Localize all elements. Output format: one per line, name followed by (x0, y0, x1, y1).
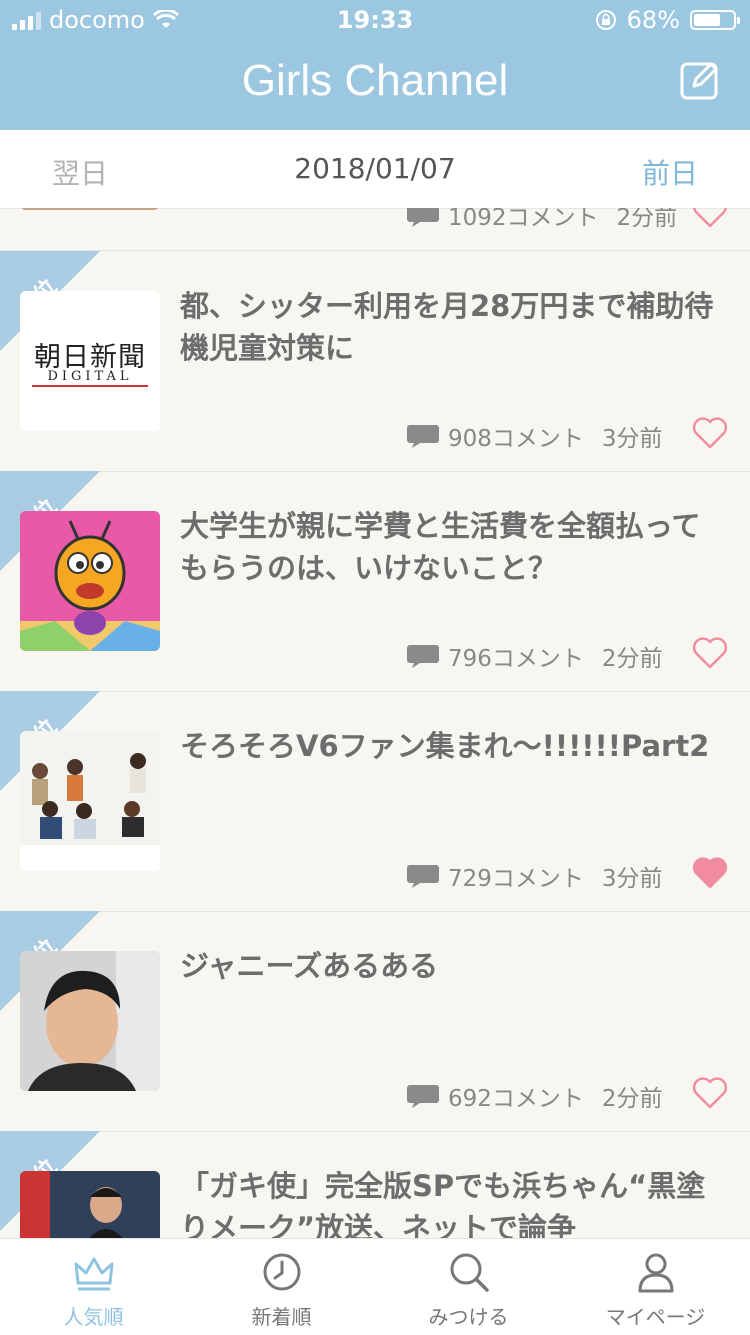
comment-icon (407, 425, 439, 448)
comment-icon (407, 1085, 439, 1108)
heart-icon[interactable] (692, 208, 728, 228)
comment-icon (407, 645, 439, 668)
logo-underline (32, 385, 148, 387)
thumbnail: 朝日新聞 DIGITAL (20, 291, 160, 431)
previous-day-button[interactable]: 前日 (642, 152, 698, 192)
tab-new[interactable]: 新着順 (188, 1239, 375, 1335)
comment-count: 796コメント (448, 646, 584, 672)
tab-popular[interactable]: 人気順 (0, 1239, 187, 1335)
heart-icon[interactable] (692, 637, 728, 669)
comment-count: 729コメント (448, 866, 584, 892)
heart-icon[interactable] (692, 1077, 728, 1109)
battery-icon (690, 10, 740, 30)
comment-icon (407, 208, 439, 227)
thumbnail (20, 511, 160, 651)
list-item[interactable]: 7位 ジャニーズあるある 692コメント 2分前 (0, 911, 750, 1132)
comment-count: 1092コメント (448, 208, 599, 231)
list-item[interactable]: 4位 朝日新聞 DIGITAL 都、シッター利用を月28万円まで補助待機児童対策… (0, 251, 750, 472)
thumbnail (20, 208, 160, 210)
topic-title[interactable]: そろそろV6ファン集まれ〜!!!!!!Part2 (180, 725, 720, 767)
current-date: 2018/01/07 (294, 152, 456, 185)
tab-label: 人気順 (63, 1305, 124, 1329)
item-meta: 908コメント 3分前 (406, 419, 663, 453)
tab-label: マイページ (605, 1305, 706, 1329)
time-ago: 3分前 (601, 866, 663, 892)
user-icon (638, 1253, 674, 1293)
search-icon (450, 1253, 489, 1292)
app-title: Girls Channel (241, 56, 509, 105)
thumbnail (20, 731, 160, 871)
comment-count: 692コメント (448, 1086, 584, 1112)
battery-percent: 68% (626, 6, 680, 34)
tab-label: みつける (428, 1305, 509, 1329)
tab-label: 新着順 (251, 1305, 312, 1329)
thumbnail-photo (20, 951, 160, 1091)
compose-icon[interactable] (680, 60, 720, 100)
time-ago: 2分前 (616, 208, 678, 231)
tab-mypage[interactable]: マイページ (562, 1239, 749, 1335)
topic-title[interactable]: 「ガキ使」完全版SPでも浜ちゃん“黒塗りメーク”放送、ネットで論争 (180, 1165, 720, 1238)
topic-title[interactable]: 都、シッター利用を月28万円まで補助待機児童対策に (180, 285, 720, 369)
topic-title[interactable]: 大学生が親に学費と生活費を全額払ってもらうのは、いけないこと？ (180, 505, 720, 589)
item-meta: 796コメント 2分前 (406, 639, 663, 673)
crown-icon (74, 1257, 114, 1291)
thumbnail-photo (20, 731, 160, 871)
item-meta: 729コメント 3分前 (406, 859, 663, 893)
topic-title[interactable]: ジャニーズあるある (180, 945, 720, 987)
thumbnail (20, 951, 160, 1091)
list-item[interactable]: 8位 「ガキ使」完全版SPでも浜ちゃん“黒塗りメーク”放送、ネットで論争 (0, 1131, 750, 1238)
app-header: Girls Channel (0, 40, 750, 130)
list-item-partial[interactable]: 1092コメント 2分前 (0, 208, 750, 251)
status-bar: docomo 19:33 68% (0, 0, 750, 40)
thumbnail-logo-sub: DIGITAL (47, 369, 133, 384)
thumbnail (20, 1171, 160, 1238)
item-meta: 1092コメント 2分前 (406, 208, 677, 232)
heart-filled-icon[interactable] (692, 857, 728, 889)
time-ago: 3分前 (601, 426, 663, 452)
comment-count: 908コメント (448, 426, 584, 452)
item-meta: 692コメント 2分前 (406, 1079, 663, 1113)
clock-icon (263, 1253, 301, 1291)
thumbnail-photo (20, 1171, 160, 1238)
tab-search[interactable]: みつける (375, 1239, 562, 1335)
tab-bar: 人気順 新着順 みつける マイページ (0, 1238, 750, 1335)
list-item[interactable]: 6位 そろそろV6ファン集まれ〜!!!!!!Part2 729コメント 3分前 (0, 691, 750, 912)
time-ago: 2分前 (601, 1086, 663, 1112)
list-item[interactable]: 5位 大学生が親に学費と生活費を全額払ってもらうのは、いけないこと？ 796コメ… (0, 471, 750, 692)
time-ago: 2分前 (601, 646, 663, 672)
date-navigation: 翌日 2018/01/07 前日 (0, 130, 750, 209)
rotation-lock-icon (595, 10, 616, 30)
comment-icon (407, 865, 439, 888)
heart-icon[interactable] (692, 417, 728, 449)
thumbnail-illustration (20, 511, 160, 651)
topic-list: 1092コメント 2分前 4位 朝日新聞 DIGITAL 都、シッター利用を月2… (0, 208, 750, 1238)
